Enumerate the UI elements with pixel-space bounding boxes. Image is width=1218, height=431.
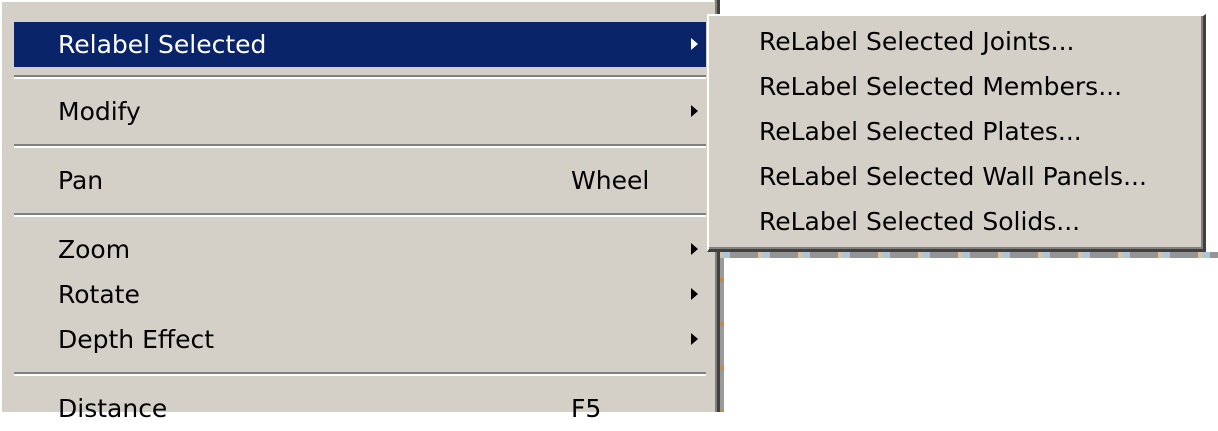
menu-item-label: Depth Effect xyxy=(58,325,215,354)
menu-item-distance[interactable]: Distance F5 xyxy=(14,386,706,431)
submenu-item-label: ReLabel Selected Joints... xyxy=(759,27,1075,56)
submenu-item-label: ReLabel Selected Members... xyxy=(759,72,1123,101)
menu-item-pan[interactable]: Pan Wheel xyxy=(14,158,706,203)
menu-item-label: Relabel Selected xyxy=(58,30,267,59)
menu-item-label: Distance xyxy=(58,394,168,423)
submenu-arrow-icon xyxy=(691,288,698,300)
menu-item-label: Rotate xyxy=(58,280,140,309)
menu-separator xyxy=(14,144,706,148)
menu-item-label: Pan xyxy=(58,166,104,195)
drawing-canvas-geometry xyxy=(708,252,1218,258)
menu-item-depth-effect[interactable]: Depth Effect xyxy=(14,317,706,362)
submenu-item-relabel-members[interactable]: ReLabel Selected Members... xyxy=(717,68,1197,106)
submenu-item-relabel-joints[interactable]: ReLabel Selected Joints... xyxy=(717,23,1197,61)
submenu-arrow-icon xyxy=(691,333,698,345)
menu-item-shortcut: F5 xyxy=(571,394,602,423)
submenu-item-relabel-wall-panels[interactable]: ReLabel Selected Wall Panels... xyxy=(717,158,1197,196)
drawing-canvas-top xyxy=(720,0,1218,14)
relabel-submenu: ReLabel Selected Joints... ReLabel Selec… xyxy=(707,14,1206,252)
menu-separator xyxy=(14,213,706,217)
submenu-arrow-icon xyxy=(691,243,698,255)
submenu-item-label: ReLabel Selected Solids... xyxy=(759,207,1081,236)
menu-item-rotate[interactable]: Rotate xyxy=(14,272,706,317)
menu-item-modify[interactable]: Modify xyxy=(14,89,706,134)
menu-item-label: Modify xyxy=(58,97,141,126)
menu-separator xyxy=(14,372,706,376)
submenu-item-relabel-plates[interactable]: ReLabel Selected Plates... xyxy=(717,113,1197,151)
submenu-item-label: ReLabel Selected Wall Panels... xyxy=(759,162,1147,191)
submenu-item-relabel-solids[interactable]: ReLabel Selected Solids... xyxy=(717,203,1197,241)
menu-item-relabel-selected[interactable]: Relabel Selected xyxy=(14,22,706,67)
menu-separator xyxy=(14,75,706,79)
submenu-arrow-icon xyxy=(691,105,698,117)
context-menu: Relabel Selected Modify Pan Wheel Zoom R… xyxy=(0,0,720,423)
menu-item-zoom[interactable]: Zoom xyxy=(14,227,706,272)
menu-item-label: Zoom xyxy=(58,235,131,264)
submenu-arrow-icon xyxy=(691,38,698,50)
submenu-item-label: ReLabel Selected Plates... xyxy=(759,117,1082,146)
menu-item-shortcut: Wheel xyxy=(571,166,650,195)
